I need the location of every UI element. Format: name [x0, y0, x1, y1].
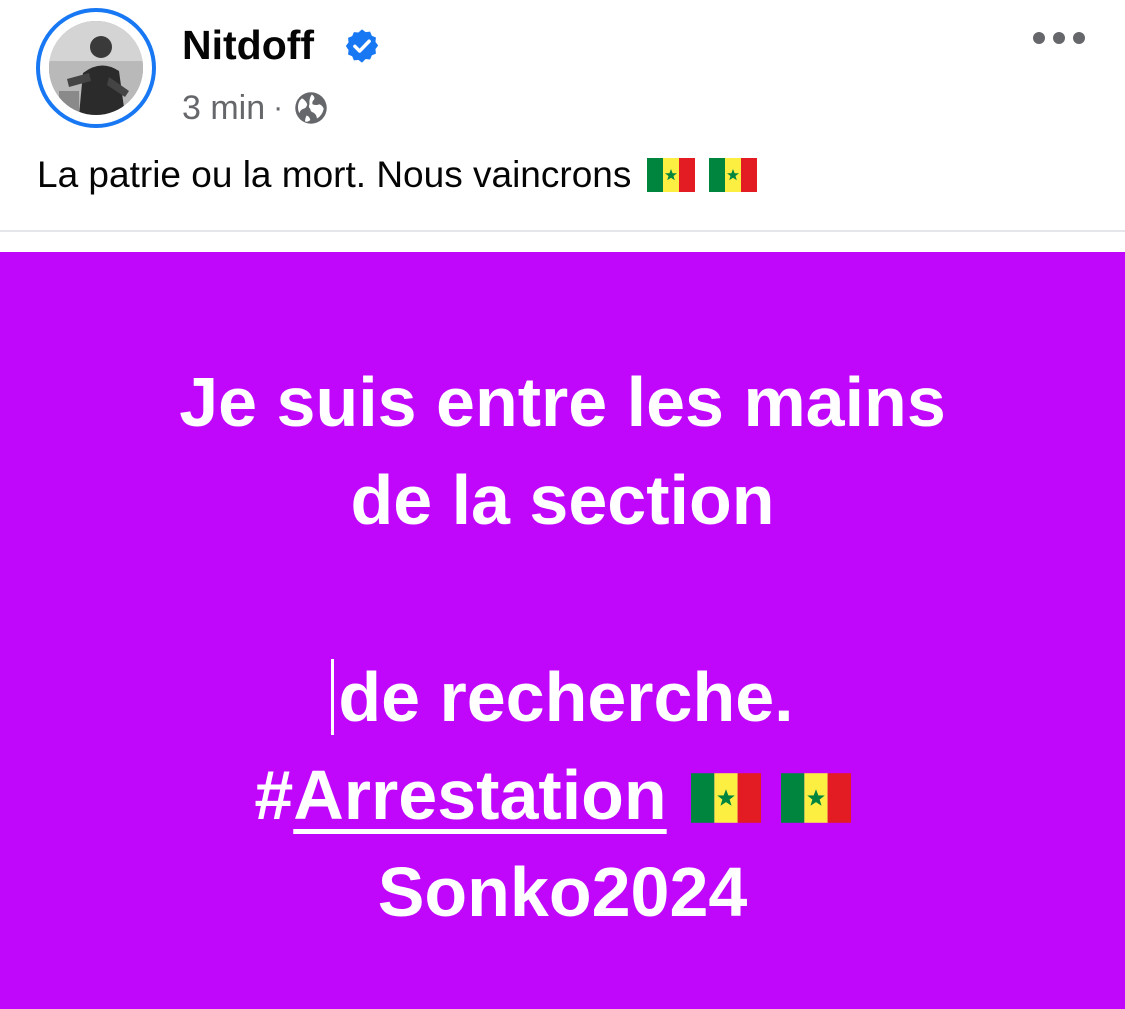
text-cursor — [331, 659, 335, 735]
meta-separator: · — [273, 91, 284, 124]
image-text-line-1: Je suis entre les mains — [179, 363, 946, 441]
story-ring[interactable] — [36, 8, 156, 128]
image-text-line-4: #Arrestation — [0, 755, 1125, 835]
senegal-flag-icon — [647, 158, 696, 192]
hashtag-prefix: # — [254, 756, 294, 834]
facebook-post: Nitdoff 3 min · La patrie ou la mort. No… — [0, 0, 1125, 1009]
image-text-line-3-text: de recherche. — [338, 658, 794, 736]
senegal-flag-icon — [690, 773, 761, 823]
avatar[interactable] — [49, 21, 143, 115]
image-text-line-5: Sonko2024 — [377, 853, 748, 931]
image-text-line-3: de recherche. — [0, 657, 1125, 737]
globe-icon[interactable] — [293, 90, 329, 126]
caption-emoji — [647, 158, 771, 192]
post-image[interactable]: Je suis entre les mains de la section de… — [0, 252, 1125, 1009]
image-text-line-2: de la section — [350, 461, 775, 539]
caption-text: La patrie ou la mort. Nous vaincrons — [37, 154, 632, 195]
post-time[interactable]: 3 min — [182, 89, 265, 128]
post-caption: La patrie ou la mort. Nous vaincrons — [37, 150, 771, 200]
hashtag-word: Arrestation — [293, 756, 667, 834]
image-emoji — [690, 773, 871, 823]
post-meta: 3 min · — [182, 86, 329, 130]
media-gap — [0, 232, 1125, 252]
senegal-flag-icon — [780, 773, 851, 823]
senegal-flag-icon — [709, 158, 758, 192]
more-options-icon[interactable] — [1032, 26, 1086, 50]
avatar-photo — [49, 21, 143, 115]
post-header: Nitdoff 3 min · La patrie ou la mort. No… — [0, 0, 1125, 230]
author-name[interactable]: Nitdoff — [182, 20, 314, 70]
verified-badge-icon — [345, 29, 379, 63]
